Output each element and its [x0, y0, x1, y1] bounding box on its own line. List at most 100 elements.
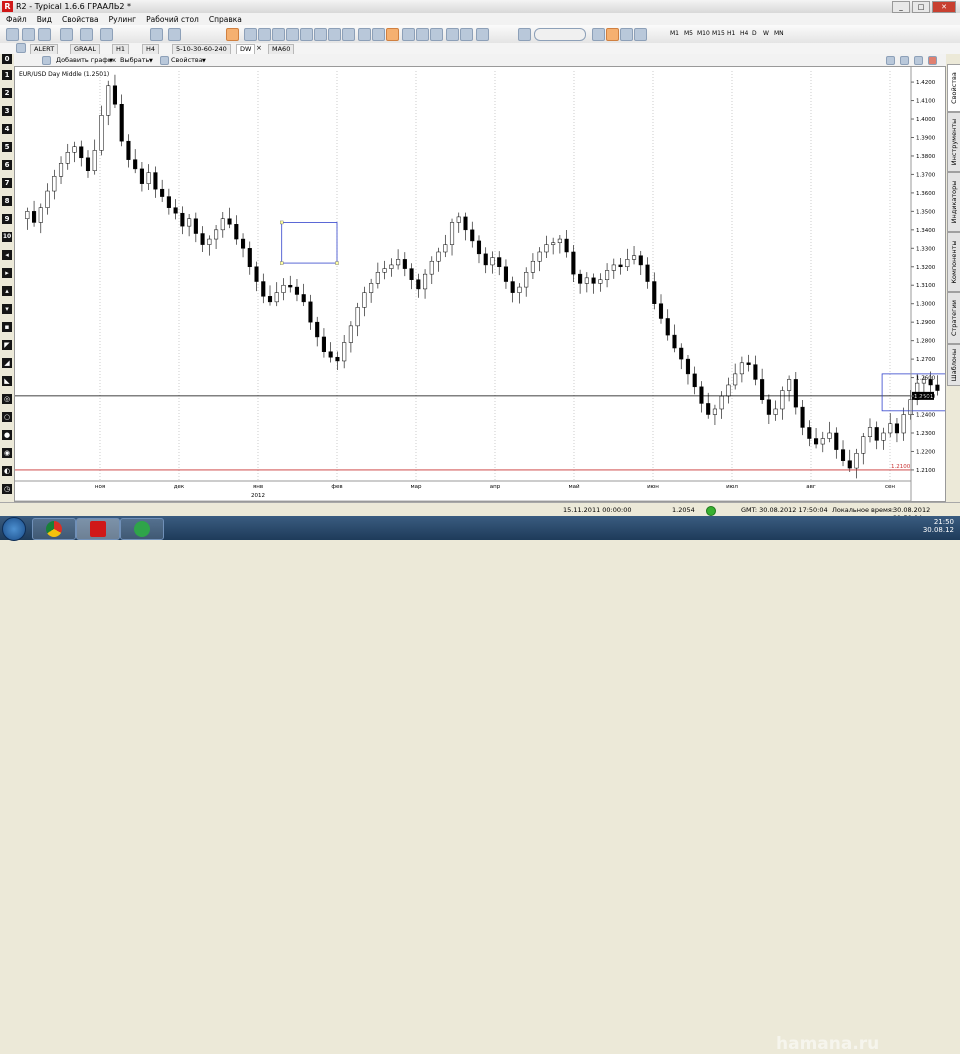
rectangle-tool-icon[interactable]: [358, 28, 371, 41]
tab-h4[interactable]: H4: [142, 44, 160, 54]
select-button[interactable]: Выбрать: [120, 56, 149, 64]
trend-line-icon[interactable]: [286, 28, 299, 41]
sidebar-tab-components[interactable]: Компоненты: [947, 232, 960, 292]
arrow-up-icon[interactable]: ▴: [2, 286, 12, 296]
layout-3-button[interactable]: 3: [2, 106, 12, 116]
channel-icon[interactable]: [314, 28, 327, 41]
taskbar-chrome[interactable]: [32, 518, 76, 540]
template-icon[interactable]: [168, 28, 181, 41]
gann-icon[interactable]: [416, 28, 429, 41]
layout-7-button[interactable]: 7: [2, 178, 12, 188]
clock-icon[interactable]: ◷: [2, 484, 12, 494]
vertical-line-icon[interactable]: [244, 28, 257, 41]
zoom-icon[interactable]: [518, 28, 531, 41]
arrow-right-icon[interactable]: ▸: [2, 268, 12, 278]
close-icon[interactable]: ✕: [932, 1, 956, 13]
timeframe-mn[interactable]: MN: [774, 30, 784, 37]
timeframe-h4[interactable]: H4: [740, 30, 748, 37]
tab-ma60[interactable]: MA60: [268, 44, 295, 54]
tab-5-10-30-60-240[interactable]: 5-10-30-60-240: [172, 44, 231, 54]
add-chart-chevron-icon[interactable]: ▼: [109, 58, 113, 64]
help-icon[interactable]: [100, 28, 113, 41]
grid-tool-icon[interactable]: [386, 28, 399, 41]
parallel-lines-icon[interactable]: [328, 28, 341, 41]
speed-lines-icon[interactable]: [430, 28, 443, 41]
zoom-fit-icon[interactable]: [592, 28, 605, 41]
diagonal-up-icon[interactable]: ◤: [2, 340, 12, 350]
price-chart[interactable]: 1.2501 1.2100 1.4200 1.4100 1.4000 1.3900 1.3…: [14, 66, 950, 508]
layout-icon[interactable]: [150, 28, 163, 41]
restore-icon[interactable]: [914, 56, 923, 65]
sidebar-tab-tools[interactable]: Инструменты: [947, 112, 960, 172]
freehand-icon[interactable]: [476, 28, 489, 41]
annotation-handle[interactable]: [280, 261, 284, 265]
tab-dw[interactable]: DW: [236, 44, 256, 54]
timeframe-h1[interactable]: H1: [727, 30, 735, 37]
chart-close-icon[interactable]: [928, 56, 937, 65]
cursor-tool-icon[interactable]: [226, 28, 239, 41]
save-icon[interactable]: [38, 28, 51, 41]
ellipse-tool-icon[interactable]: [372, 28, 385, 41]
taskbar-clover[interactable]: [120, 518, 164, 540]
fibo-icon[interactable]: [342, 28, 355, 41]
layout-8-button[interactable]: 8: [2, 196, 12, 206]
text-tool-icon[interactable]: [272, 28, 285, 41]
tab-graal[interactable]: GRAAL: [70, 44, 100, 54]
timeframe-m15[interactable]: M15: [712, 30, 725, 37]
tab-options-icon[interactable]: [16, 43, 26, 53]
start-button-icon[interactable]: [2, 517, 26, 541]
grid-toggle-icon[interactable]: [620, 28, 633, 41]
print-icon[interactable]: [60, 28, 73, 41]
timeframe-m5[interactable]: M5: [684, 30, 693, 37]
layout-0-button[interactable]: 0: [2, 54, 12, 64]
diagonal-down-icon[interactable]: ◢: [2, 358, 12, 368]
circle-icon[interactable]: ○: [2, 412, 12, 422]
minimize-icon[interactable]: _: [892, 1, 910, 13]
sidebar-tab-templates[interactable]: Шаблоны: [947, 344, 960, 386]
dot-icon[interactable]: ●: [2, 430, 12, 440]
arrow-left-icon[interactable]: ◂: [2, 250, 12, 260]
timeframe-d[interactable]: D: [752, 30, 757, 37]
taskbar-r2[interactable]: [76, 518, 120, 540]
layout-9-button[interactable]: 9: [2, 214, 12, 224]
sync-icon[interactable]: [634, 28, 647, 41]
layout-6-button[interactable]: 6: [2, 160, 12, 170]
menu-ruling[interactable]: Рулинг: [109, 15, 136, 24]
timeframe-w[interactable]: W: [763, 30, 769, 37]
ray-icon[interactable]: [300, 28, 313, 41]
annotation-handle[interactable]: [280, 220, 284, 225]
arc-icon[interactable]: [446, 28, 459, 41]
sidebar-tab-properties[interactable]: Свойства: [947, 64, 960, 112]
properties-chevron-icon[interactable]: ▼: [202, 58, 206, 64]
corner-icon[interactable]: ◣: [2, 376, 12, 386]
target-icon[interactable]: ◎: [2, 394, 12, 404]
annotation-handle[interactable]: [335, 261, 339, 265]
layout-1-button[interactable]: 1: [2, 70, 12, 80]
window-mode-icon[interactable]: [900, 56, 909, 65]
menu-desktop[interactable]: Рабочий стол: [146, 15, 199, 24]
pin-icon[interactable]: [886, 56, 895, 65]
crosshair-icon[interactable]: [606, 28, 619, 41]
tab-h1[interactable]: H1: [112, 44, 130, 54]
menu-help[interactable]: Справка: [209, 15, 242, 24]
properties-button[interactable]: Свойства: [171, 56, 203, 64]
layout-2-button[interactable]: 2: [2, 88, 12, 98]
tab-alert[interactable]: ALERT: [30, 44, 59, 54]
tab-close-icon[interactable]: ×: [256, 44, 262, 52]
menu-view[interactable]: Вид: [37, 15, 52, 24]
wave-tool-icon[interactable]: [460, 28, 473, 41]
zoom-slider[interactable]: [534, 28, 586, 41]
add-chart-button[interactable]: Добавить график: [56, 56, 116, 64]
menu-properties[interactable]: Свойства: [62, 15, 99, 24]
chart-canvas[interactable]: 1.25011.2100 1.42001.41001.40001.39001.3…: [14, 67, 950, 508]
arrow-down-icon[interactable]: ▾: [2, 304, 12, 314]
layout-10-button[interactable]: 10: [2, 232, 12, 242]
new-file-icon[interactable]: [6, 28, 19, 41]
timeframe-m1[interactable]: M1: [670, 30, 679, 37]
timeframe-m10[interactable]: M10: [697, 30, 710, 37]
mark-icon[interactable]: ◐: [2, 466, 12, 476]
maximize-icon[interactable]: □: [912, 1, 930, 13]
open-file-icon[interactable]: [22, 28, 35, 41]
horizontal-line-icon[interactable]: [258, 28, 271, 41]
layout-5-button[interactable]: 5: [2, 142, 12, 152]
